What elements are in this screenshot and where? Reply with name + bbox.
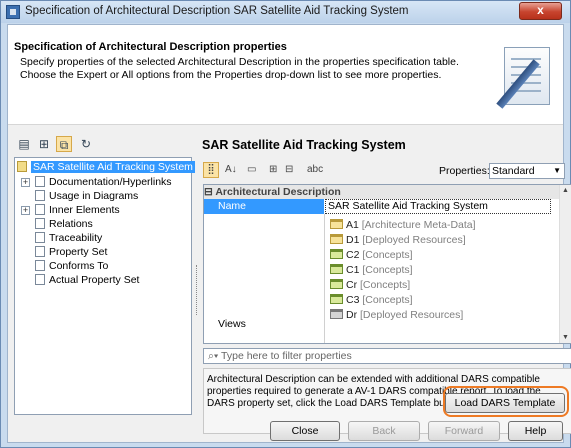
expand-icon[interactable]: +	[21, 178, 30, 187]
categorized-icon[interactable]: ⣿	[203, 162, 219, 178]
view-name: C2	[346, 249, 360, 261]
tree-item-conforms-to[interactable]: Conforms To	[35, 259, 108, 273]
name-label: Name	[204, 199, 324, 214]
view-meta: [Concepts]	[362, 264, 413, 276]
tree-item-actual-property-set[interactable]: Actual Property Set	[35, 273, 139, 287]
window-title: Specification of Architectural Descripti…	[25, 5, 409, 17]
tree-item-property-set[interactable]: Property Set	[35, 245, 107, 259]
view-meta: [Concepts]	[360, 279, 411, 291]
view-meta: [Concepts]	[362, 294, 413, 306]
view-meta: [Concepts]	[362, 249, 413, 261]
scroll-up-icon[interactable]: ▲	[562, 187, 569, 194]
tree-item-root[interactable]: SAR Satellite Aid Tracking System	[17, 160, 195, 174]
collapse-icon[interactable]: ⊟	[204, 186, 213, 198]
folder-icon	[330, 279, 343, 289]
view-item[interactable]: C3 [Concepts]	[330, 293, 413, 308]
forward-button[interactable]: Forward	[428, 421, 500, 441]
filter-input[interactable]: ⌕▾ Type here to filter properties	[203, 348, 571, 364]
element-icon	[17, 161, 27, 172]
abc-icon[interactable]: abc	[307, 164, 323, 175]
expand-icon[interactable]: +	[21, 206, 30, 215]
tree-item-documentation[interactable]: Documentation/Hyperlinks	[35, 175, 172, 189]
view-meta: [Deployed Resources]	[362, 234, 466, 246]
expand-all-icon[interactable]: ⊞	[269, 164, 277, 175]
group-header[interactable]: ⊟ Architectural Description	[204, 185, 560, 199]
page-icon	[35, 246, 45, 257]
page-icon	[35, 260, 45, 271]
properties-table: ⊟ Architectural Description Name SAR Sat…	[203, 184, 571, 344]
title-bar: Specification of Architectural Descripti…	[1, 1, 570, 23]
properties-label: Properties:	[439, 165, 490, 177]
view-meta: [Deployed Resources]	[360, 309, 464, 321]
folder-icon	[330, 294, 343, 304]
description-icon[interactable]: ▭	[247, 164, 256, 175]
view-name: D1	[346, 234, 360, 246]
tree-item-inner-elements[interactable]: Inner Elements	[35, 203, 120, 217]
page-icon	[35, 218, 45, 229]
app-icon	[6, 5, 20, 19]
sort-alpha-icon[interactable]: A↓	[225, 164, 237, 175]
back-button[interactable]: Back	[348, 421, 420, 441]
view-item[interactable]: Cr [Concepts]	[330, 278, 410, 293]
header-title: Specification of Architectural Descripti…	[14, 41, 287, 53]
scroll-down-icon[interactable]: ▼	[562, 334, 569, 341]
view-meta: [Architecture Meta-Data]	[361, 219, 476, 231]
folder-icon	[330, 234, 343, 244]
view-name: C1	[346, 264, 360, 276]
view-item[interactable]: C2 [Concepts]	[330, 248, 413, 263]
views-label: Views	[218, 318, 246, 330]
tree-item-relations[interactable]: Relations	[35, 217, 93, 231]
refresh-icon[interactable]: ↻	[78, 136, 94, 152]
view-item[interactable]: D1 [Deployed Resources]	[330, 233, 466, 248]
specification-dialog: Specification of Architectural Descripti…	[0, 0, 571, 448]
collapse-all-icon[interactable]: ⊟	[285, 164, 293, 175]
page-icon	[35, 176, 45, 187]
page-icon	[35, 190, 45, 201]
element-tree: SAR Satellite Aid Tracking System + Docu…	[14, 157, 195, 415]
page-icon	[35, 274, 45, 285]
table-row[interactable]: Name SAR Satellite Aid Tracking System	[204, 199, 560, 214]
view-item[interactable]: Dr [Deployed Resources]	[330, 308, 463, 323]
close-window-button[interactable]: x	[519, 2, 562, 20]
header-description-line1: Specify properties of the selected Archi…	[20, 56, 459, 68]
tree-view-icon[interactable]: ⊞	[36, 136, 52, 152]
tree-item-usage[interactable]: Usage in Diagrams	[35, 189, 138, 203]
name-value-field[interactable]: SAR Satellite Aid Tracking System	[325, 199, 551, 214]
folder-icon	[330, 219, 343, 229]
folder-icon	[330, 249, 343, 259]
list-view-icon[interactable]: ▤	[16, 136, 32, 152]
tree-item-traceability[interactable]: Traceability	[35, 231, 102, 245]
panel-title: SAR Satellite Aid Tracking System	[202, 138, 406, 152]
view-item[interactable]: A1 [Architecture Meta-Data]	[330, 218, 476, 233]
vertical-scrollbar[interactable]: ▲ ▼	[559, 185, 571, 343]
folder-icon	[330, 309, 343, 319]
header-description-line2: Choose the Expert or All options from th…	[20, 69, 442, 81]
panel-splitter[interactable]	[196, 265, 199, 315]
page-icon	[35, 204, 45, 215]
folder-icon	[330, 264, 343, 274]
view-item[interactable]: C1 [Concepts]	[330, 263, 413, 278]
view-name: Cr	[346, 279, 358, 291]
close-button[interactable]: Close	[270, 421, 340, 441]
view-name: C3	[346, 294, 360, 306]
page-icon	[35, 232, 45, 243]
column-separator	[324, 214, 325, 343]
properties-toolbar: ⣿ A↓ ▭ ⊞ ⊟ abc Properties: Standard ▼	[203, 162, 571, 182]
compact-view-icon[interactable]: ⧉	[56, 136, 72, 152]
dialog-header: Specification of Architectural Descripti…	[8, 25, 563, 125]
view-name: A1	[346, 219, 359, 231]
dialog-content: Specification of Architectural Descripti…	[7, 24, 571, 443]
help-button[interactable]: Help	[508, 421, 563, 441]
properties-dropdown[interactable]: Standard ▼	[489, 163, 565, 179]
chevron-down-icon: ▼	[553, 166, 561, 175]
view-name: Dr	[346, 309, 358, 321]
search-icon: ⌕▾	[208, 350, 219, 362]
highlight-annotation	[443, 386, 569, 417]
